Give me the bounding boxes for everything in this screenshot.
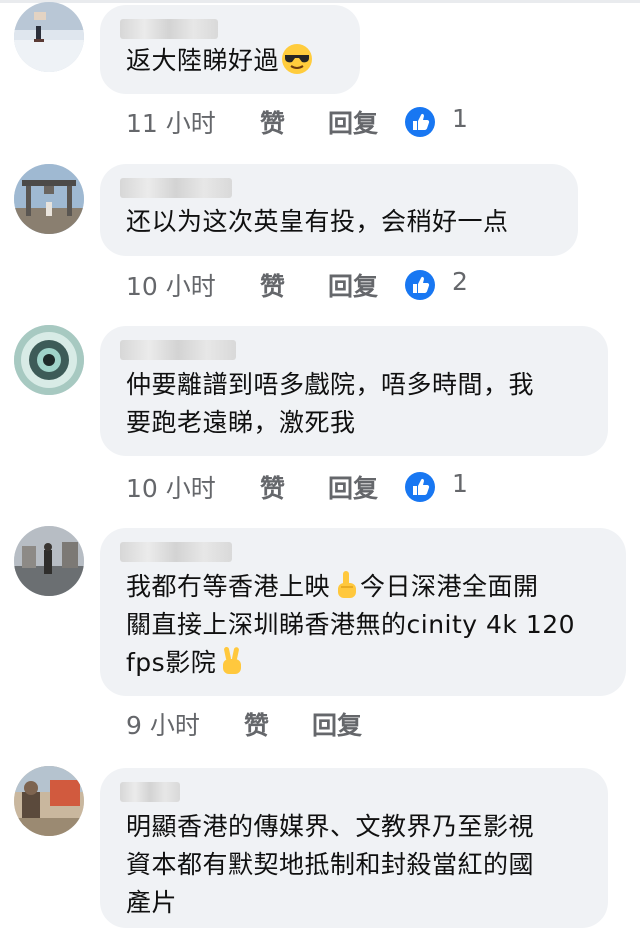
avatar-image [14, 325, 84, 395]
avatar[interactable] [14, 325, 84, 395]
author-name-blurred[interactable] [120, 542, 232, 562]
like-thumb-icon[interactable] [404, 106, 436, 138]
comment-text-line-1: 明顯香港的傳媒界、文教界乃至影視 [126, 812, 535, 841]
author-name-blurred[interactable] [120, 178, 232, 198]
author-name-blurred[interactable] [120, 340, 236, 360]
avatar[interactable] [14, 164, 84, 234]
like-button[interactable]: 赞 [244, 706, 269, 742]
comment-bubble: 仲要離譜到唔多戲院，唔多時間，我 要跑老遠睇，激死我 [100, 326, 608, 456]
reaction-count: 2 [452, 267, 468, 296]
author-name-blurred[interactable] [120, 782, 180, 802]
comment-time[interactable]: 9 小时 [126, 706, 200, 742]
comment-bubble: 还以为这次英皇有投，会稍好一点 [100, 164, 578, 256]
avatar[interactable] [14, 526, 84, 596]
reaction-count: 1 [452, 469, 468, 498]
author-name-blurred[interactable] [120, 19, 218, 39]
sunglasses-face-icon [281, 43, 313, 86]
comment-bubble: 我都冇等香港上映 今日深港全面開 關直接上深圳睇香港無的cinity 4k 120… [100, 528, 626, 696]
avatar[interactable] [14, 766, 84, 836]
comment-text: 返大陸睇好過 [126, 42, 313, 86]
reaction-count: 1 [452, 104, 468, 133]
comment-bubble: 明顯香港的傳媒界、文教界乃至影視 資本都有默契地抵制和封殺當紅的國 產片 [100, 768, 608, 928]
comment-actions: 10 小时 赞 回复 2 [126, 267, 506, 307]
comment-time[interactable]: 10 小时 [126, 469, 216, 505]
comment-text-line-3: fps影院 [126, 644, 246, 688]
comment-text-line-3: 產片 [126, 888, 178, 917]
comment-actions: 9 小时 赞 回复 [126, 706, 506, 746]
comment-time[interactable]: 11 小时 [126, 104, 216, 140]
top-divider [0, 0, 640, 3]
avatar-image [14, 766, 84, 836]
reply-button[interactable]: 回复 [328, 469, 378, 505]
reply-button[interactable]: 回复 [328, 267, 378, 303]
victory-hand-icon [218, 645, 246, 688]
avatar-image [14, 164, 84, 234]
reply-button[interactable]: 回复 [328, 104, 378, 140]
comment-bubble: 返大陸睇好過 [100, 5, 360, 94]
comment-text-line-2: 關直接上深圳睇香港無的cinity 4k 120 [126, 610, 576, 639]
like-thumb-icon[interactable] [404, 471, 436, 503]
comment-actions: 10 小时 赞 回复 1 [126, 469, 506, 509]
comment-text-line-2: 要跑老遠睇，激死我 [126, 408, 356, 437]
avatar[interactable] [14, 2, 84, 72]
avatar-image [14, 526, 84, 596]
comment-text: 还以为这次英皇有投，会稍好一点 [126, 207, 509, 236]
like-thumb-icon[interactable] [404, 269, 436, 301]
reply-button[interactable]: 回复 [312, 706, 362, 742]
comment-text-line-2: 資本都有默契地抵制和封殺當紅的國 [126, 850, 535, 879]
comment-time[interactable]: 10 小时 [126, 267, 216, 303]
like-button[interactable]: 赞 [260, 469, 285, 505]
comment-text-line-1: 仲要離譜到唔多戲院，唔多時間，我 [126, 370, 535, 399]
like-button[interactable]: 赞 [260, 104, 285, 140]
avatar-image [14, 2, 84, 72]
comment-actions: 11 小时 赞 回复 1 [126, 104, 506, 144]
like-button[interactable]: 赞 [260, 267, 285, 303]
